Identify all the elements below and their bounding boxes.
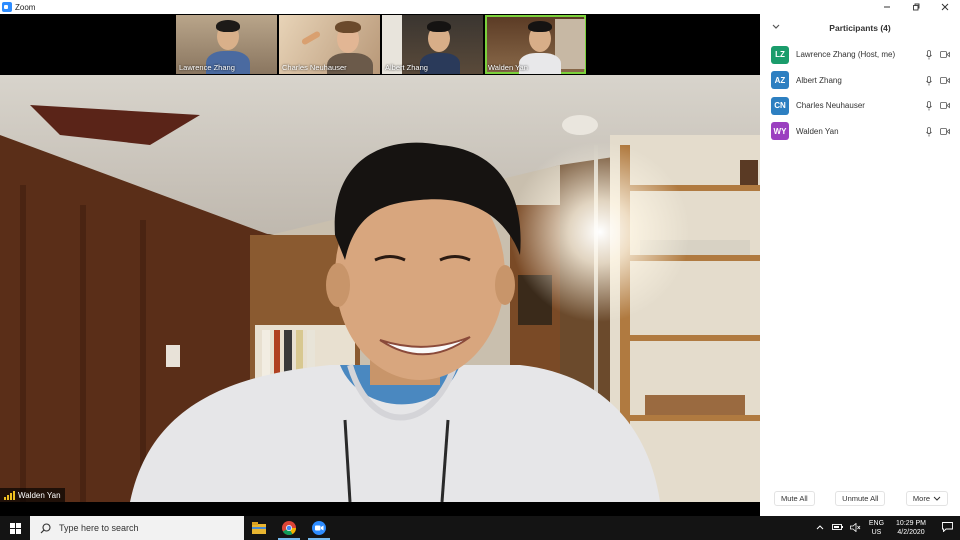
participant-row[interactable]: AZ Albert Zhang bbox=[760, 68, 960, 94]
file-explorer-icon bbox=[252, 522, 266, 534]
search-icon bbox=[40, 522, 51, 533]
panel-header: Participants (4) bbox=[760, 14, 960, 42]
volume-button[interactable] bbox=[847, 522, 865, 534]
active-speaker-label: Walden Yan bbox=[0, 488, 65, 502]
close-button[interactable] bbox=[930, 0, 960, 14]
more-button[interactable]: More bbox=[905, 491, 948, 506]
participant-row[interactable]: CN Charles Neuhauser bbox=[760, 93, 960, 119]
thumbnail-name: Albert Zhang bbox=[385, 63, 428, 72]
window-title: Zoom bbox=[15, 2, 36, 12]
participant-name: Lawrence Zhang (Host, me) bbox=[796, 50, 896, 60]
camera-icon[interactable] bbox=[940, 127, 950, 135]
chrome-button[interactable] bbox=[274, 516, 304, 540]
taskbar-search[interactable]: Type here to search bbox=[30, 516, 244, 540]
video-thumbnail[interactable]: Lawrence Zhang bbox=[176, 15, 277, 74]
mic-icon[interactable] bbox=[926, 50, 932, 60]
clock-date: 4/2/2020 bbox=[897, 529, 925, 536]
clock[interactable]: 10:29 PM 4/2/2020 bbox=[896, 519, 926, 537]
mute-all-button[interactable]: Mute All bbox=[774, 491, 815, 506]
thumbnail-name: Charles Neuhauser bbox=[282, 63, 347, 72]
zoom-taskbar-button[interactable] bbox=[304, 516, 334, 540]
participant-row[interactable]: WY Walden Yan bbox=[760, 119, 960, 145]
participant-name: Walden Yan bbox=[796, 126, 839, 136]
mic-icon[interactable] bbox=[926, 101, 932, 111]
avatar: AZ bbox=[771, 71, 789, 90]
more-label: More bbox=[912, 494, 930, 503]
language-code: ENG bbox=[868, 520, 885, 527]
start-button[interactable] bbox=[0, 516, 30, 540]
title-bar: Zoom bbox=[0, 0, 960, 14]
panel-title: Participants (4) bbox=[829, 23, 891, 33]
participants-panel: Participants (4) LZ Lawrence Zhang (Host… bbox=[760, 14, 960, 516]
participant-name: Albert Zhang bbox=[796, 75, 842, 85]
video-thumbnail-active[interactable]: Walden Yan bbox=[485, 15, 586, 74]
avatar: CN bbox=[771, 96, 789, 115]
minimize-icon bbox=[884, 6, 890, 8]
camera-icon[interactable] bbox=[940, 51, 950, 58]
camera-icon[interactable] bbox=[940, 102, 950, 109]
panel-collapse-button[interactable] bbox=[772, 23, 780, 32]
clock-time: 10:29 PM bbox=[896, 520, 926, 527]
camera-icon[interactable] bbox=[940, 76, 950, 84]
search-placeholder: Type here to search bbox=[59, 523, 139, 533]
system-tray: ENG US 10:29 PM 4/2/2020 bbox=[811, 516, 960, 540]
network-icon bbox=[831, 524, 843, 530]
taskbar: Type here to search ENG US 10:29 PM 4/2/… bbox=[0, 516, 960, 540]
windows-start-icon bbox=[9, 522, 21, 534]
speaker-video-frame bbox=[0, 75, 760, 502]
screen: Zoom Lawrence Zhang Charles Neuhauser Al… bbox=[0, 0, 960, 540]
region-code: US bbox=[871, 529, 882, 536]
action-center-button[interactable] bbox=[934, 522, 960, 534]
restore-icon bbox=[913, 3, 920, 11]
avatar: WY bbox=[771, 122, 789, 141]
panel-footer: Mute All Unmute All More bbox=[760, 491, 960, 506]
input-language[interactable]: ENG US bbox=[869, 519, 884, 537]
thumbnail-strip: Lawrence Zhang Charles Neuhauser Albert … bbox=[176, 15, 586, 74]
notification-icon bbox=[941, 522, 953, 533]
close-icon bbox=[941, 3, 949, 11]
tray-overflow-button[interactable] bbox=[811, 524, 829, 532]
video-area: Lawrence Zhang Charles Neuhauser Albert … bbox=[0, 14, 760, 502]
thumbnail-name: Lawrence Zhang bbox=[179, 63, 235, 72]
chevron-down-icon bbox=[933, 496, 941, 501]
minimize-button[interactable] bbox=[872, 0, 902, 14]
volume-icon bbox=[850, 522, 861, 532]
zoom-app-icon bbox=[2, 2, 12, 12]
active-speaker-video[interactable]: Walden Yan bbox=[0, 75, 760, 502]
chevron-down-icon bbox=[772, 24, 780, 29]
mic-icon[interactable] bbox=[926, 126, 932, 137]
network-button[interactable] bbox=[829, 523, 847, 533]
video-thumbnail[interactable]: Charles Neuhauser bbox=[279, 15, 380, 74]
participant-name: Charles Neuhauser bbox=[796, 101, 865, 111]
thumbnail-name: Walden Yan bbox=[488, 63, 528, 72]
file-explorer-button[interactable] bbox=[244, 516, 274, 540]
audio-level-icon bbox=[4, 490, 15, 500]
avatar: LZ bbox=[771, 45, 789, 64]
zoom-taskbar-icon bbox=[312, 521, 326, 535]
mic-icon[interactable] bbox=[926, 75, 932, 86]
participant-row[interactable]: LZ Lawrence Zhang (Host, me) bbox=[760, 42, 960, 68]
active-speaker-name: Walden Yan bbox=[18, 490, 61, 500]
restore-button[interactable] bbox=[901, 0, 931, 14]
video-thumbnail[interactable]: Albert Zhang bbox=[382, 15, 483, 74]
tray-chevron-icon bbox=[816, 525, 824, 530]
chrome-icon bbox=[282, 521, 296, 535]
unmute-all-button[interactable]: Unmute All bbox=[835, 491, 886, 506]
